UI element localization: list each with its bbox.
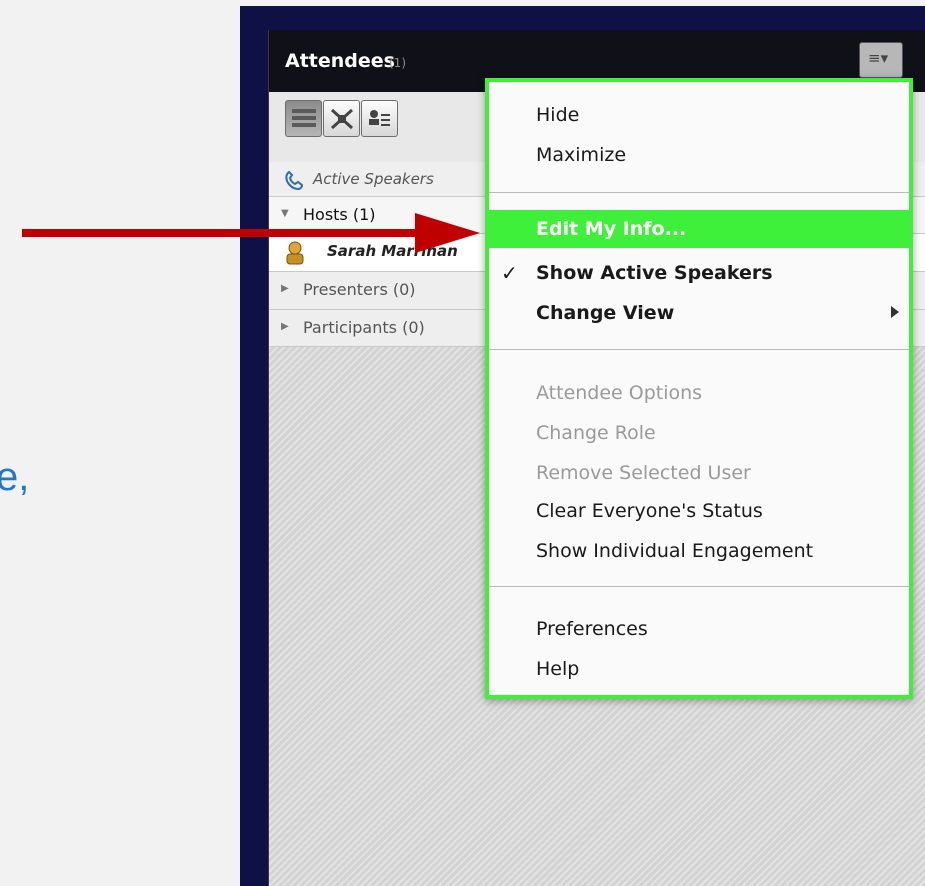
list-view-button[interactable]	[285, 100, 322, 137]
menu-icon: ≡▾	[868, 49, 889, 67]
menu-item-help[interactable]: Help	[489, 650, 909, 688]
list-view-icon	[292, 109, 316, 127]
attendee-view-button[interactable]	[361, 100, 398, 137]
menu-item-clear-status[interactable]: Clear Everyone's Status	[489, 492, 909, 530]
presenters-label: Presenters (0)	[303, 280, 416, 299]
status-view-button[interactable]	[323, 100, 360, 137]
participants-label: Participants (0)	[303, 318, 425, 337]
menu-item-change-role: Change Role	[536, 422, 656, 444]
menu-item-maximize[interactable]: Maximize	[489, 136, 909, 174]
expand-right-icon[interactable]: ▶	[281, 321, 289, 332]
submenu-arrow-icon	[891, 306, 899, 318]
checkmark-icon: ✓	[501, 261, 518, 285]
menu-separator	[489, 192, 909, 193]
pod-title: Attendees	[285, 50, 395, 72]
red-arrow-annotation	[22, 213, 480, 253]
slide-text-fragment: e,	[0, 455, 30, 499]
grid-view-icon	[330, 108, 354, 130]
menu-separator	[489, 349, 909, 350]
expand-right-icon[interactable]: ▶	[281, 283, 289, 294]
pod-options-menu: Hide Maximize Edit My Info... ✓ Show Act…	[485, 78, 913, 699]
menu-item-preferences[interactable]: Preferences	[489, 610, 909, 648]
menu-item-attendee-options: Attendee Options	[536, 382, 703, 404]
pod-menu-button[interactable]: ≡▾	[859, 42, 903, 78]
menu-item-remove-selected-user: Remove Selected User	[536, 462, 751, 484]
menu-item-edit-my-info[interactable]: Edit My Info...	[489, 210, 909, 248]
menu-item-show-engagement[interactable]: Show Individual Engagement	[489, 532, 909, 570]
menu-item-hide[interactable]: Hide	[489, 96, 909, 134]
menu-item-change-view[interactable]: Change View	[489, 294, 909, 332]
menu-item-show-active-speakers[interactable]: ✓ Show Active Speakers	[489, 254, 909, 292]
person-list-icon	[369, 110, 390, 126]
active-speakers-label: Active Speakers	[313, 170, 434, 188]
attendee-count: (1)	[389, 56, 406, 70]
phone-speaker-icon	[285, 170, 304, 191]
menu-separator	[489, 586, 909, 587]
